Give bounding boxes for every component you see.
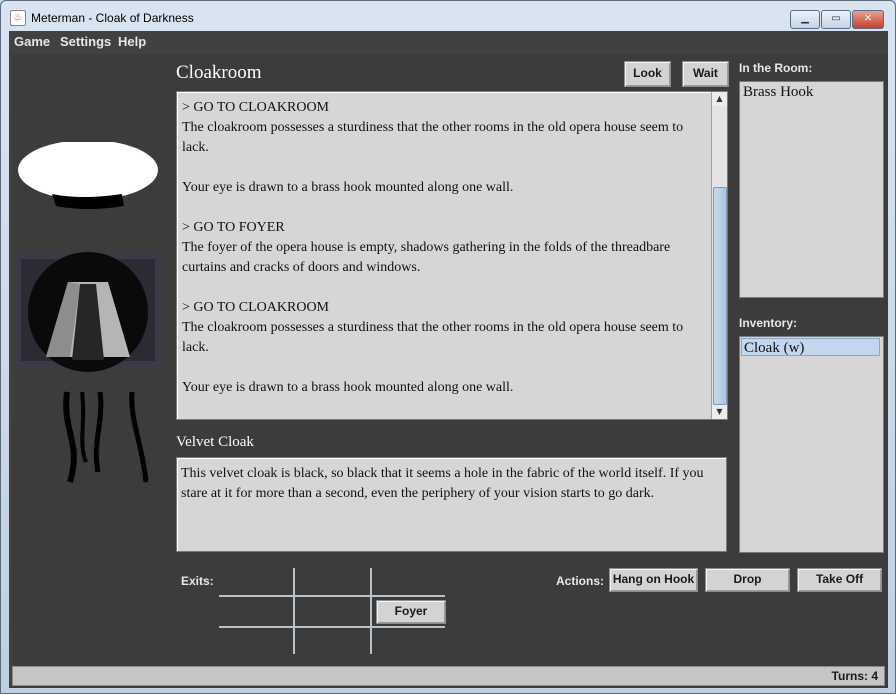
story-log[interactable]: > GO TO CLOAKROOM The cloakroom possesse… <box>176 91 728 420</box>
title-bar: ♨ Meterman - Cloak of Darkness ▁ ▭ ✕ <box>1 1 895 31</box>
exit-foyer-button[interactable]: Foyer <box>376 600 446 624</box>
room-items-list[interactable]: Brass Hook <box>739 81 884 298</box>
status-bar: Turns: 4 <box>12 666 885 686</box>
story-line: Your eye is drawn to a brass hook mounte… <box>182 380 514 395</box>
exit-grid-line <box>219 595 445 597</box>
game-panel: Cloakroom Look Wait > GO TO CLOAKROOM Th… <box>12 54 888 688</box>
inventory-list[interactable]: Cloak (w) <box>739 336 884 553</box>
cloak-portrait-icon <box>15 142 161 483</box>
scroll-down-icon[interactable]: ▼ <box>712 405 727 419</box>
menu-help[interactable]: Help <box>118 34 146 49</box>
exit-grid-line <box>219 626 445 628</box>
story-scrollbar[interactable]: ▲ ▼ <box>711 92 727 419</box>
story-text: > GO TO CLOAKROOM The cloakroom possesse… <box>182 98 702 398</box>
exits-label: Exits: <box>181 574 214 588</box>
story-line: The cloakroom possesses a sturdiness tha… <box>182 320 684 355</box>
inventory-label: Inventory: <box>739 316 798 330</box>
item-description-box: This velvet cloak is black, so black tha… <box>176 457 727 552</box>
wait-button[interactable]: Wait <box>682 61 729 87</box>
exit-grid-line <box>293 568 295 654</box>
story-line: The cloakroom possesses a sturdiness tha… <box>182 120 684 155</box>
exit-grid-line <box>370 568 372 654</box>
menu-settings[interactable]: Settings <box>60 34 111 49</box>
hang-on-hook-button[interactable]: Hang on Hook <box>609 568 698 592</box>
scroll-thumb[interactable] <box>713 187 727 405</box>
story-line: > GO TO CLOAKROOM <box>182 300 329 315</box>
take-off-button[interactable]: Take Off <box>797 568 882 592</box>
turns-counter: Turns: 4 <box>831 669 878 683</box>
look-button[interactable]: Look <box>624 61 671 87</box>
story-line: Your eye is drawn to a brass hook mounte… <box>182 180 514 195</box>
maximize-button[interactable]: ▭ <box>821 10 851 29</box>
drop-button[interactable]: Drop <box>705 568 790 592</box>
story-line: The foyer of the opera house is empty, s… <box>182 240 671 275</box>
minimize-button[interactable]: ▁ <box>790 10 820 29</box>
story-line: > GO TO CLOAKROOM <box>182 100 329 115</box>
room-items-label: In the Room: <box>739 61 813 75</box>
item-title: Velvet Cloak <box>176 434 254 450</box>
java-app-icon: ♨ <box>10 10 26 26</box>
story-line: > GO TO FOYER <box>182 220 285 235</box>
room-title: Cloakroom <box>176 62 262 83</box>
item-description: This velvet cloak is black, so black tha… <box>181 466 704 501</box>
app-window: ♨ Meterman - Cloak of Darkness ▁ ▭ ✕ Gam… <box>0 0 896 694</box>
actions-label: Actions: <box>556 574 604 588</box>
window-title: Meterman - Cloak of Darkness <box>31 11 194 25</box>
close-button[interactable]: ✕ <box>852 10 884 29</box>
menu-game[interactable]: Game <box>14 34 50 49</box>
room-item[interactable]: Brass Hook <box>741 83 880 101</box>
inventory-item[interactable]: Cloak (w) <box>741 338 880 356</box>
window-content: Game Settings Help Cloakroom Look Wait >… <box>9 31 888 688</box>
scroll-up-icon[interactable]: ▲ <box>712 92 727 106</box>
menu-bar: Game Settings Help <box>9 31 888 53</box>
